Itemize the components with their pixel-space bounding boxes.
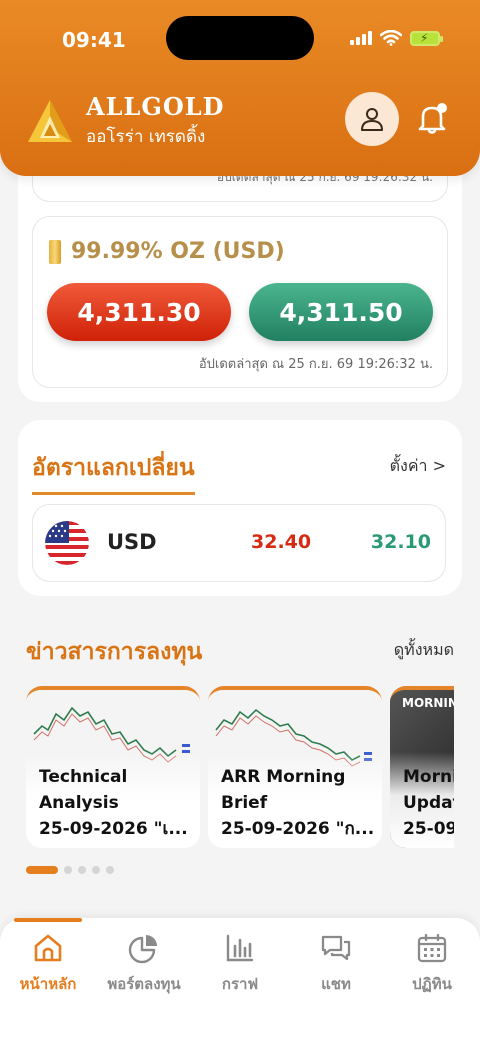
news-see-all-link[interactable]: ดูทั้งหมด [394,638,454,663]
battery-icon: ⚡ [410,30,443,46]
currency-buy-rate: 32.40 [251,531,312,553]
nav-label: กราฟ [221,975,259,993]
bar-chart-icon [226,934,254,962]
profile-button[interactable] [345,92,399,146]
exchange-title: อัตราแลกเปลี่ยน [32,450,195,495]
status-time: 09:41 [62,28,126,52]
exchange-row[interactable]: USD 32.40 32.10 [32,504,446,582]
status-icons: ⚡ [350,30,443,46]
nav-item-chat[interactable]: แชท [288,932,384,996]
wifi-icon [380,30,402,46]
gold-title: 99.99% OZ (USD) [71,239,285,264]
nav-item-chart[interactable]: กราฟ [192,932,288,996]
pager-dot[interactable] [64,866,72,874]
nav-label: ปฏิทิน [412,975,452,993]
pager-dot[interactable] [92,866,100,874]
news-thumbnail-label: MORNING NEWS [402,696,454,710]
gold-update-text: อัปเดตล่าสุด ณ 25 ก.ย. 69 19:26:32 น. [198,357,433,372]
nav-item-calendar[interactable]: ปฏิทิน [384,932,480,996]
brand-name: ALLGOLD [86,92,225,121]
pie-chart-icon [128,935,157,964]
news-card[interactable]: Technical Analysis 25-09-2026 "เ... [26,686,200,848]
gold-bar-icon [49,239,61,264]
brand-subtitle: ออโรร่า เทรดดิ้ง [86,127,206,147]
bell-icon [418,103,447,134]
currency-code: USD [107,530,157,554]
dynamic-island [166,16,314,60]
nav-item-home[interactable]: หน้าหลัก [0,932,96,996]
chat-icon [321,935,351,961]
news-card[interactable]: MORNING NEWS Morning Update 25-09... [390,686,454,848]
bottom-nav: หน้าหลัก พอร์ตลงทุน กราฟ แชท ปฏิทิน [0,918,480,1044]
nav-active-indicator [14,918,82,922]
home-icon [34,934,62,962]
gold-price-box: 99.99% OZ (USD) 4,311.30 4,311.50 อัปเดต… [32,216,448,388]
news-card-text: Morning Update 25-09... [403,767,454,839]
status-bar: 09:41 ⚡ [0,0,480,80]
app-header: 09:41 ⚡ ALLGOLD ออโรร่า เทรดดิ้ง [0,0,480,176]
calendar-icon [417,933,447,963]
pager-dot-active[interactable] [26,866,58,874]
carousel-pager [26,866,114,874]
news-card[interactable]: ARR Morning Brief 25-09-2026 "ก... [208,686,382,848]
exchange-settings-link[interactable]: ตั้งค่า > [390,454,446,479]
pager-dot[interactable] [106,866,114,874]
brand: ALLGOLD ออโรร่า เทรดดิ้ง [26,92,224,150]
notification-button[interactable] [412,98,452,138]
currency-sell-rate: 32.10 [370,531,431,553]
us-flag-icon [45,521,89,565]
nav-label: พอร์ตลงทุน [107,975,181,993]
news-card-text: ARR Morning Brief 25-09-2026 "ก... [221,767,375,839]
nav-label: หน้าหลัก [19,975,77,993]
pager-dot[interactable] [78,866,86,874]
news-section-title: ข่าวสารการลงทุน [26,639,203,665]
user-icon [361,108,383,131]
ask-price-button[interactable]: 4,311.50 [249,283,433,341]
signal-icon [350,31,372,45]
news-card-text: Technical Analysis 25-09-2026 "เ... [39,767,188,839]
allgold-logo-icon [28,100,72,142]
exchange-card: อัตราแลกเปลี่ยน ตั้งค่า > USD 32.40 32.1… [18,420,462,596]
nav-item-portfolio[interactable]: พอร์ตลงทุน [96,932,192,996]
bid-price-button[interactable]: 4,311.30 [47,283,231,341]
news-carousel[interactable]: Technical Analysis 25-09-2026 "เ... ARR … [26,686,454,848]
nav-label: แชท [321,975,351,993]
